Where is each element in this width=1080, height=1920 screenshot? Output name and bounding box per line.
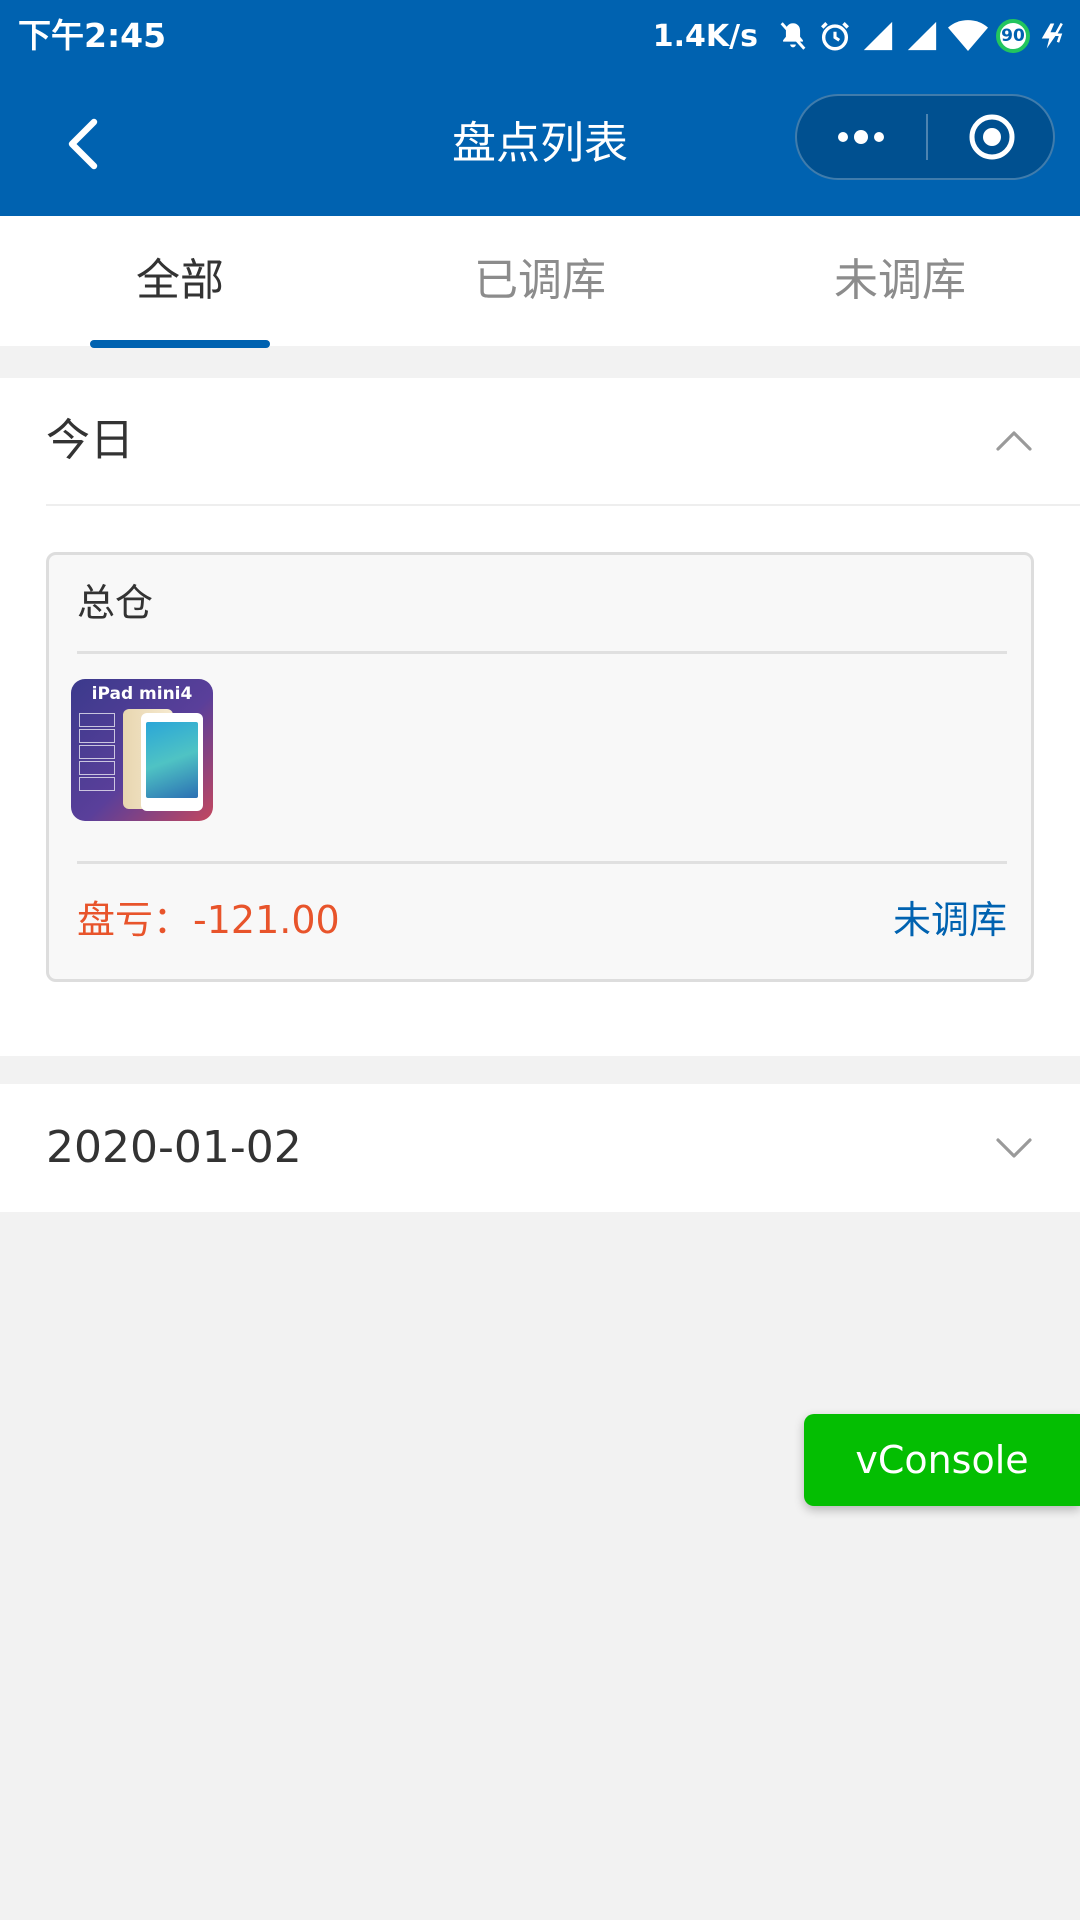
- section-divider: [46, 504, 1080, 506]
- more-button[interactable]: [797, 96, 925, 178]
- alarm-icon: [818, 19, 852, 53]
- status-icons: 1.4K/s 90: [653, 14, 1068, 58]
- section-date-group[interactable]: 2020-01-02: [0, 1084, 1080, 1212]
- thumbnail-title: iPad mini4: [91, 684, 193, 704]
- section-title: 今日: [46, 415, 134, 466]
- net-speed: 1.4K/s: [652, 18, 758, 54]
- chevron-up-icon: [996, 431, 1032, 451]
- status-bar: 下午2:45 1.4K/s 90: [0, 0, 1080, 72]
- tablet-screen: [146, 722, 198, 798]
- close-mini-program-button[interactable]: [928, 96, 1055, 178]
- tab-all[interactable]: 全部: [0, 216, 360, 346]
- card-divider: [77, 651, 1007, 654]
- inventory-card[interactable]: 总仓 iPad mini4 盘亏： -121.00 未调库: [46, 552, 1034, 982]
- bell-muted-icon: [776, 19, 810, 53]
- signal-icon: [860, 19, 896, 53]
- tablet-image: [141, 713, 203, 811]
- loss-value: -121.00: [193, 898, 340, 942]
- product-thumbnail[interactable]: iPad mini4: [71, 679, 213, 821]
- tab-not-adjusted[interactable]: 未调库: [720, 216, 1080, 346]
- thumbnail-bullet: [79, 761, 115, 775]
- target-circle-icon: [969, 114, 1014, 160]
- card-divider: [77, 861, 1007, 864]
- status-badge: 未调库: [892, 898, 1007, 942]
- filter-tabs: 全部 已调库 未调库: [0, 216, 1080, 348]
- section-today: 今日 总仓 iPad mini4 盘亏： -121.00 未调库: [0, 378, 1080, 1056]
- loss-label: 盘亏：: [77, 898, 192, 942]
- battery-icon: 90: [996, 19, 1030, 53]
- thumbnail-bullet: [79, 713, 115, 727]
- thumbnail-bullet: [79, 777, 115, 791]
- thumbnail-bullet: [79, 729, 115, 743]
- warehouse-name: 总仓: [77, 581, 154, 625]
- section-title: 2020-01-02: [46, 1122, 302, 1173]
- vconsole-button[interactable]: vConsole: [804, 1414, 1080, 1506]
- active-tab-indicator: [90, 340, 270, 348]
- tab-adjusted[interactable]: 已调库: [360, 216, 720, 346]
- mini-program-capsule: [795, 94, 1055, 180]
- status-time: 下午2:45: [18, 16, 167, 55]
- wifi-icon: [948, 19, 988, 53]
- thumbnail-bullets: [79, 713, 115, 793]
- chevron-down-icon: [996, 1138, 1032, 1158]
- thumbnail-bullet: [79, 745, 115, 759]
- charging-icon: [1038, 19, 1068, 53]
- more-dots-icon: [838, 130, 884, 144]
- card-footer: 盘亏： -121.00 未调库: [77, 875, 1007, 965]
- section-header-today[interactable]: 今日: [0, 378, 1080, 504]
- nav-bar: 盘点列表: [0, 72, 1080, 216]
- signal-icon: [904, 19, 940, 53]
